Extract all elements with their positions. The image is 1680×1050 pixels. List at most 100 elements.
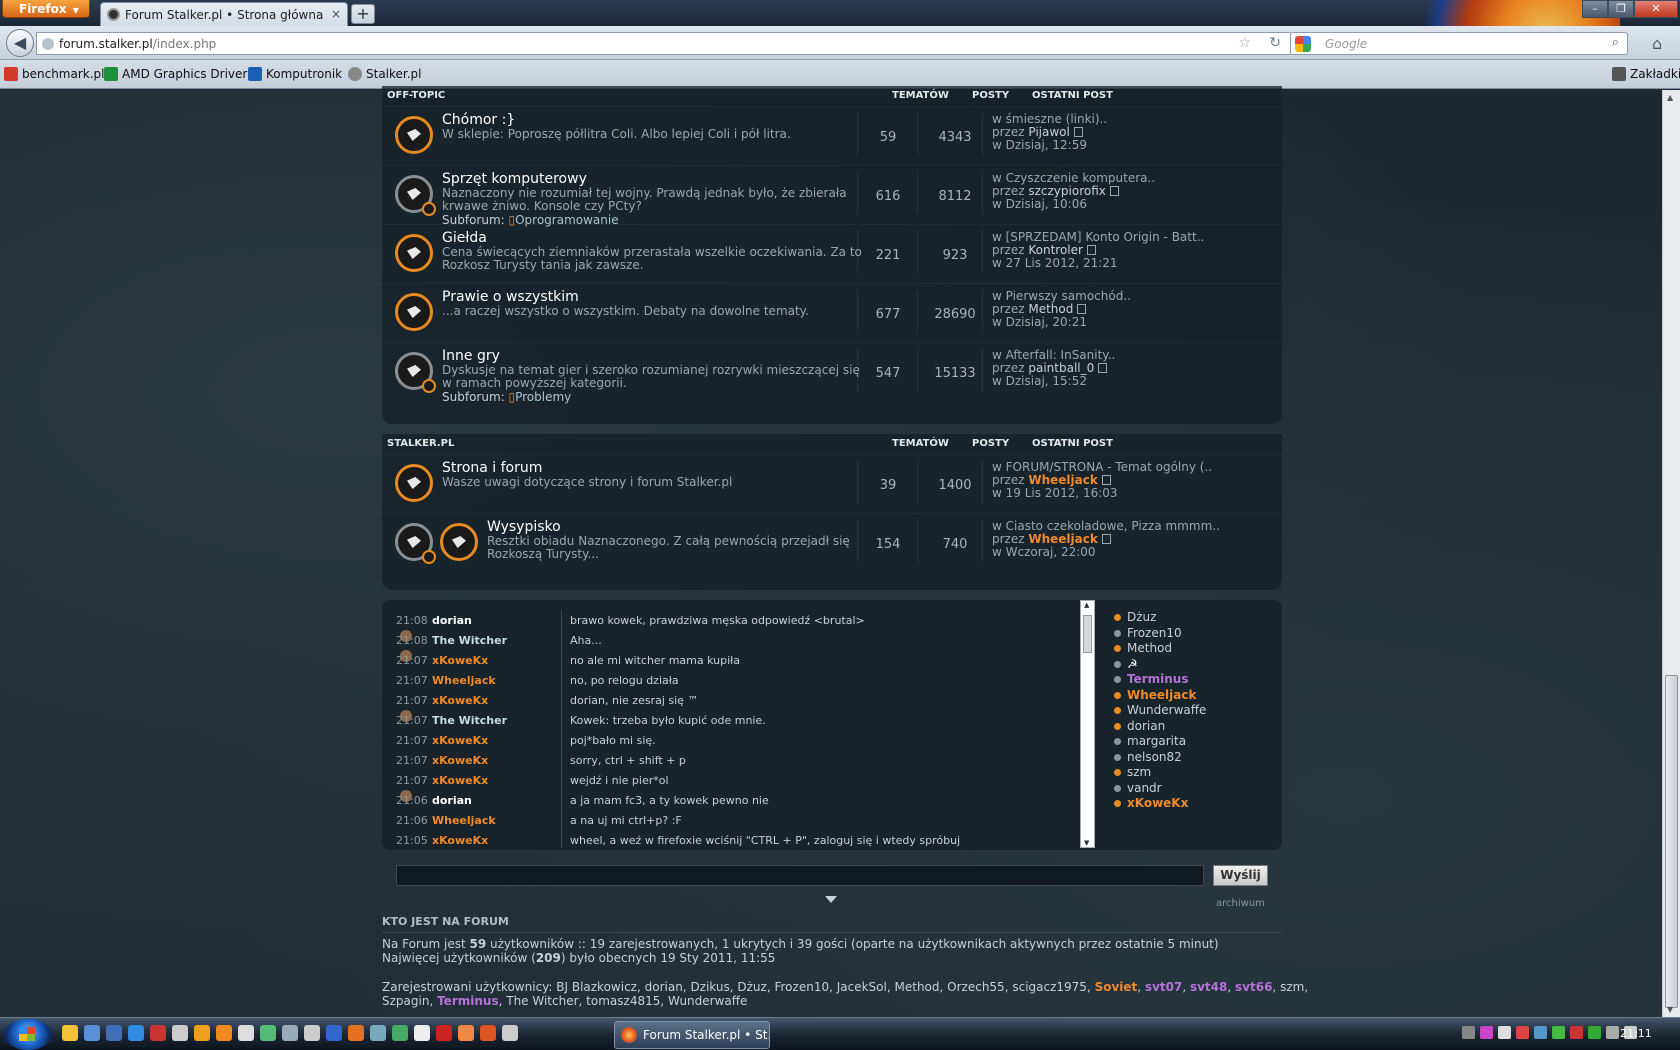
desktop-icon[interactable]	[84, 1025, 100, 1041]
online-user[interactable]: Terminus	[1112, 672, 1272, 688]
registered-user[interactable]: Terminus	[437, 994, 499, 1008]
online-user-name[interactable]: margarita	[1127, 734, 1186, 748]
steam-icon[interactable]	[304, 1025, 320, 1041]
forum-title[interactable]: Chómor :}	[442, 112, 515, 128]
online-user[interactable]: nelson82	[1112, 750, 1272, 766]
online-user[interactable]: Dżuz	[1112, 610, 1272, 626]
online-user-name[interactable]: Method	[1127, 641, 1172, 655]
online-user-name[interactable]: szm	[1127, 765, 1151, 779]
author-name[interactable]: szczypiorofix	[1028, 184, 1106, 198]
bookmark-star-icon[interactable]: ☆	[1238, 35, 1251, 51]
registered-user[interactable]: Dzikus	[690, 980, 729, 994]
forum-title[interactable]: Strona i forum	[442, 460, 542, 476]
shout-user[interactable]: The Witcher	[432, 714, 507, 727]
forum-row[interactable]: Giełda Cena świecących ziemniaków przeras…	[382, 224, 1282, 283]
registered-user[interactable]: tomasz4815	[586, 994, 660, 1008]
tray-icon[interactable]	[1516, 1026, 1529, 1039]
scroll-up-icon[interactable]: ▲	[1667, 93, 1673, 102]
scroll-thumb[interactable]	[1665, 675, 1678, 1008]
collapse-arrow-icon[interactable]	[825, 896, 837, 903]
scroll-down-icon[interactable]: ▼	[1084, 839, 1089, 847]
online-user[interactable]: szm	[1112, 765, 1272, 781]
vlc-icon[interactable]	[216, 1025, 232, 1041]
shoutbox-messages[interactable]: 21:08 dorian brawo kowek, prawdziwa męska …	[396, 610, 1086, 848]
online-user[interactable]: dorian	[1112, 719, 1272, 735]
forum-title[interactable]: Wysypisko	[487, 519, 561, 535]
tray-icon[interactable]	[1588, 1026, 1601, 1039]
registered-user[interactable]: Frozen10	[774, 980, 829, 994]
shout-user[interactable]: Wheeljack	[432, 674, 496, 687]
shout-user[interactable]: dorian	[432, 614, 472, 627]
shout-user[interactable]: Wheeljack	[432, 814, 496, 827]
taskbar-firefox-task[interactable]: Forum Stalker.pl • St...	[614, 1021, 770, 1049]
tray-icon[interactable]	[1534, 1026, 1547, 1039]
tray-icon[interactable]	[1570, 1026, 1583, 1039]
goto-last-post-icon[interactable]	[1098, 363, 1108, 373]
author-name[interactable]: Wheeljack	[1028, 532, 1097, 546]
ie-icon[interactable]	[128, 1025, 144, 1041]
bookmark-benchmark[interactable]: benchmark.pl	[4, 67, 105, 81]
online-user-name[interactable]: Wunderwaffe	[1127, 703, 1206, 717]
forum-row[interactable]: Chómor :} W sklepie: Poproszę półlitra Co…	[382, 106, 1282, 165]
app-icon[interactable]	[260, 1025, 276, 1041]
registered-user[interactable]: scigacz1975	[1012, 980, 1087, 994]
author-name[interactable]: Wheeljack	[1028, 473, 1097, 487]
explorer-icon[interactable]	[106, 1025, 122, 1041]
registered-user[interactable]: dorian	[645, 980, 683, 994]
tray-icon[interactable]	[1480, 1026, 1493, 1039]
url-bar[interactable]: forum.stalker.pl/index.php ☆ ↻	[36, 32, 1292, 55]
browser-tab[interactable]: Forum Stalker.pl • Strona główna ×	[100, 2, 348, 26]
registered-user[interactable]: Method	[895, 980, 940, 994]
online-user[interactable]: Wunderwaffe	[1112, 703, 1272, 719]
forum-row[interactable]: Prawie o wszystkim ...a raczej wszystko o…	[382, 283, 1282, 342]
minimize-button[interactable]: –	[1582, 0, 1608, 18]
clock[interactable]: 21:11	[1620, 1027, 1652, 1040]
shout-user[interactable]: xKoweKx	[432, 694, 488, 707]
forum-row[interactable]: Sprzęt komputerowy Naznaczony nie rozumia…	[382, 165, 1282, 227]
online-user-name[interactable]: Terminus	[1127, 672, 1189, 686]
online-user[interactable]: vandr	[1112, 781, 1272, 797]
forum-row[interactable]: Wysypisko Resztki obiadu Naznaczonego. Z …	[382, 513, 1282, 572]
registered-user[interactable]: szm	[1280, 980, 1304, 994]
goto-last-post-icon[interactable]	[1077, 304, 1087, 314]
shout-user[interactable]: dorian	[432, 794, 472, 807]
subforum-link[interactable]: Problemy	[515, 390, 571, 404]
author-name[interactable]: Pijawol	[1028, 125, 1069, 139]
tray-icon[interactable]	[1552, 1026, 1565, 1039]
shout-user[interactable]: xKoweKx	[432, 834, 488, 847]
forum-title[interactable]: Sprzęt komputerowy	[442, 171, 587, 187]
forum-row[interactable]: Inne gry Dyskusje na temat gier i szeroko…	[382, 342, 1282, 404]
shout-user[interactable]: xKoweKx	[432, 774, 488, 787]
online-user-name[interactable]: nelson82	[1127, 750, 1182, 764]
registered-user[interactable]: svt48	[1190, 980, 1227, 994]
search-icon[interactable]: ⌕	[1612, 35, 1619, 50]
online-user-name[interactable]: Wheeljack	[1127, 688, 1196, 702]
online-user[interactable]: xKoweKx	[1112, 796, 1272, 812]
online-user[interactable]: ☭	[1112, 657, 1272, 673]
app-icon[interactable]	[150, 1025, 166, 1041]
archive-link[interactable]: archiwum	[1216, 898, 1265, 909]
app-icon[interactable]	[282, 1025, 298, 1041]
home-icon[interactable]: ⌂	[1652, 34, 1662, 53]
registered-user[interactable]: Szpagin	[382, 994, 429, 1008]
firefox-menu-button[interactable]: Firefox ▼	[2, 0, 90, 18]
forum-row[interactable]: Strona i forum Wasze uwagi dotyczące stro…	[382, 454, 1282, 513]
online-user-name[interactable]: dorian	[1127, 719, 1165, 733]
app-icon[interactable]	[436, 1025, 452, 1041]
start-button[interactable]	[4, 1019, 52, 1050]
forum-title[interactable]: Prawie o wszystkim	[442, 289, 579, 305]
bookmark-komputronik[interactable]: Komputronik	[248, 67, 342, 81]
firefox-icon[interactable]	[348, 1025, 364, 1041]
network-icon[interactable]	[1606, 1026, 1619, 1039]
send-button[interactable]: Wyślij	[1213, 865, 1268, 886]
online-user-name[interactable]: ☭	[1127, 657, 1138, 671]
back-button[interactable]: ◀	[6, 29, 34, 57]
online-user-name[interactable]: xKoweKx	[1127, 796, 1188, 810]
online-user[interactable]: margarita	[1112, 734, 1272, 750]
bookmark-stalker[interactable]: Stalker.pl	[348, 67, 422, 81]
search-box[interactable]: Google ⌕	[1290, 32, 1628, 55]
author-name[interactable]: Method	[1028, 302, 1073, 316]
registered-user[interactable]: Soviet	[1095, 980, 1138, 994]
app-icon[interactable]	[414, 1025, 430, 1041]
bookmark-amd[interactable]: AMD Graphics Drivers	[104, 67, 254, 81]
